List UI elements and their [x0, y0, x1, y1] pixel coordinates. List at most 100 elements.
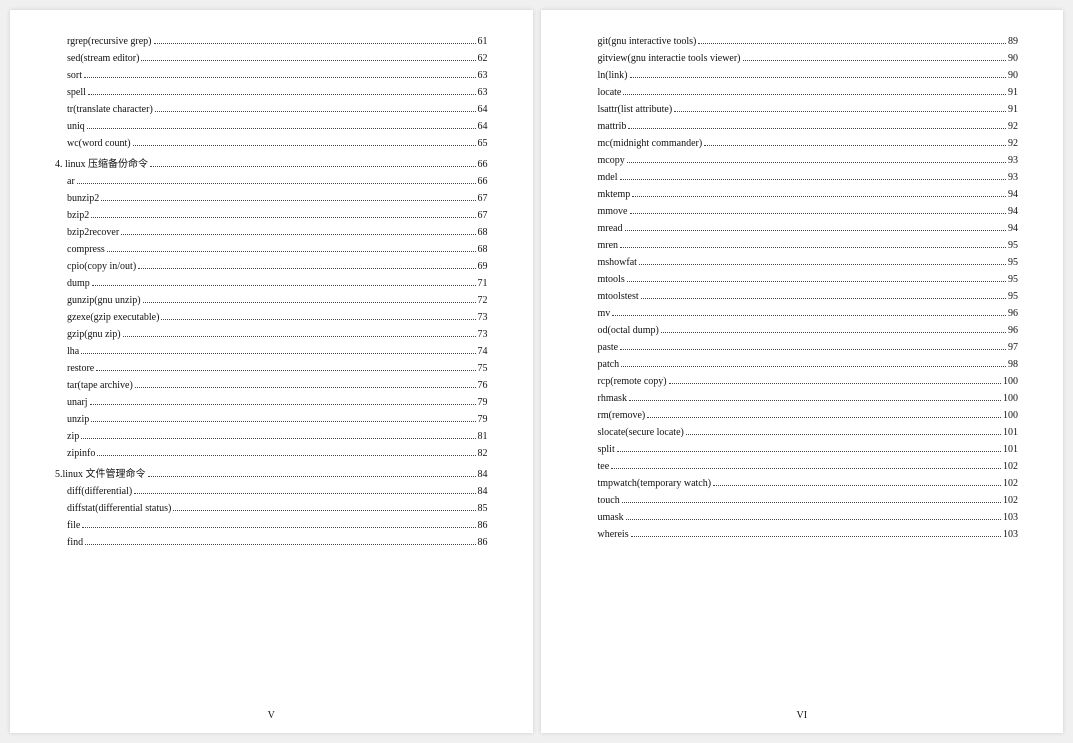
toc-entry-page: 69	[478, 261, 488, 272]
toc-leader-dots	[173, 510, 475, 511]
toc-entry: slocate(secure locate) 101	[598, 427, 1019, 438]
toc-entry-title: touch	[598, 495, 620, 506]
toc-entry-page: 73	[478, 312, 488, 323]
toc-entry-title: git(gnu interactive tools)	[598, 36, 697, 47]
toc-entry-title: tmpwatch(temporary watch)	[598, 478, 712, 489]
toc-entry: tr(translate character)64	[67, 104, 488, 115]
toc-entry: wc(word count)65	[67, 138, 488, 149]
toc-entry-title: zipinfo	[67, 448, 95, 459]
toc-leader-dots	[623, 94, 1006, 95]
toc-leader-dots	[85, 544, 475, 545]
toc-leader-dots	[704, 145, 1006, 146]
toc-entry-page: 73	[478, 329, 488, 340]
toc-entry-title: mshowfat	[598, 257, 637, 268]
toc-entry: gzexe(gzip executable)73	[67, 312, 488, 323]
toc-leader-dots	[617, 451, 1001, 452]
toc-entry: git(gnu interactive tools)89	[598, 36, 1019, 47]
toc-leader-dots	[96, 370, 475, 371]
toc-entry: gunzip(gnu unzip) 72	[67, 295, 488, 306]
toc-leader-dots	[91, 217, 475, 218]
toc-leader-dots	[626, 519, 1001, 520]
toc-entry-page: 81	[478, 431, 488, 442]
toc-entry-page: 91	[1008, 104, 1018, 115]
toc-leader-dots	[88, 94, 476, 95]
page-right: git(gnu interactive tools)89gitview(gnu …	[541, 10, 1064, 733]
toc-entry: locate 91	[598, 87, 1019, 98]
toc-entry-title: file	[67, 520, 80, 531]
toc-entry-page: 62	[478, 53, 488, 64]
toc-entry-page: 79	[478, 414, 488, 425]
toc-entry-title: slocate(secure locate)	[598, 427, 684, 438]
toc-entry-title: unzip	[67, 414, 89, 425]
toc-entry: mread94	[598, 223, 1019, 234]
toc-entry: touch102	[598, 495, 1019, 506]
toc-entry-title: zip	[67, 431, 79, 442]
toc-leader-dots	[698, 43, 1006, 44]
toc-entry-title: dump	[67, 278, 90, 289]
toc-entry-page: 91	[1008, 87, 1018, 98]
toc-leader-dots	[134, 493, 475, 494]
toc-entry: rgrep(recursive grep)61	[67, 36, 488, 47]
toc-entry-page: 90	[1008, 70, 1018, 81]
toc-leader-dots	[622, 502, 1001, 503]
toc-leader-dots	[647, 417, 1001, 418]
toc-list-right: git(gnu interactive tools)89gitview(gnu …	[586, 36, 1019, 540]
toc-entry-page: 72	[478, 295, 488, 306]
toc-entry-page: 94	[1008, 189, 1018, 200]
toc-entry: restore 75	[67, 363, 488, 374]
toc-entry-title: tar(tape archive)	[67, 380, 133, 391]
toc-entry-page: 71	[478, 278, 488, 289]
toc-entry: tmpwatch(temporary watch) 102	[598, 478, 1019, 489]
toc-entry: cpio(copy in/out) 69	[67, 261, 488, 272]
toc-entry-title: mattrib	[598, 121, 627, 132]
toc-entry-page: 84	[478, 486, 488, 497]
toc-entry-title: 5.linux 文件管理命令	[55, 465, 146, 480]
toc-leader-dots	[155, 111, 476, 112]
toc-entry-title: cpio(copy in/out)	[67, 261, 136, 272]
toc-entry-title: paste	[598, 342, 619, 353]
toc-entry: uniq64	[67, 121, 488, 132]
toc-entry: mren95	[598, 240, 1019, 251]
toc-entry: umask103	[598, 512, 1019, 523]
toc-entry-title: bzip2recover	[67, 227, 119, 238]
toc-entry-page: 95	[1008, 240, 1018, 251]
toc-entry-title: locate	[598, 87, 622, 98]
toc-leader-dots	[621, 366, 1006, 367]
toc-entry-title: compress	[67, 244, 105, 255]
toc-entry-title: find	[67, 537, 83, 548]
toc-entry: tar(tape archive)76	[67, 380, 488, 391]
toc-leader-dots	[630, 77, 1007, 78]
toc-entry-page: 67	[478, 193, 488, 204]
toc-entry: mtoolstest95	[598, 291, 1019, 302]
toc-entry-page: 86	[478, 520, 488, 531]
toc-leader-dots	[143, 302, 476, 303]
toc-entry-page: 101	[1003, 427, 1018, 438]
toc-leader-dots	[641, 298, 1006, 299]
toc-entry: tee102	[598, 461, 1019, 472]
toc-leader-dots	[90, 404, 476, 405]
toc-entry-page: 68	[478, 244, 488, 255]
toc-leader-dots	[97, 455, 475, 456]
toc-entry: patch98	[598, 359, 1019, 370]
toc-entry-page: 63	[478, 87, 488, 98]
toc-leader-dots	[154, 43, 476, 44]
toc-entry-page: 67	[478, 210, 488, 221]
toc-entry: paste97	[598, 342, 1019, 353]
toc-leader-dots	[612, 315, 1006, 316]
toc-entry-page: 92	[1008, 121, 1018, 132]
toc-entry: ar66	[67, 176, 488, 187]
toc-entry-page: 85	[478, 503, 488, 514]
toc-entry-title: gunzip(gnu unzip)	[67, 295, 141, 306]
toc-entry: rm(remove)100	[598, 410, 1019, 421]
toc-entry-title: rm(remove)	[598, 410, 646, 421]
toc-entry-title: umask	[598, 512, 624, 523]
toc-entry: sort63	[67, 70, 488, 81]
toc-entry-page: 102	[1003, 478, 1018, 489]
toc-entry-page: 64	[478, 121, 488, 132]
toc-entry-page: 75	[478, 363, 488, 374]
toc-entry-title: ln(link)	[598, 70, 628, 81]
toc-entry-title: unarj	[67, 397, 88, 408]
toc-entry-title: restore	[67, 363, 94, 374]
toc-entry: bzip2recover68	[67, 227, 488, 238]
toc-entry-title: tr(translate character)	[67, 104, 153, 115]
